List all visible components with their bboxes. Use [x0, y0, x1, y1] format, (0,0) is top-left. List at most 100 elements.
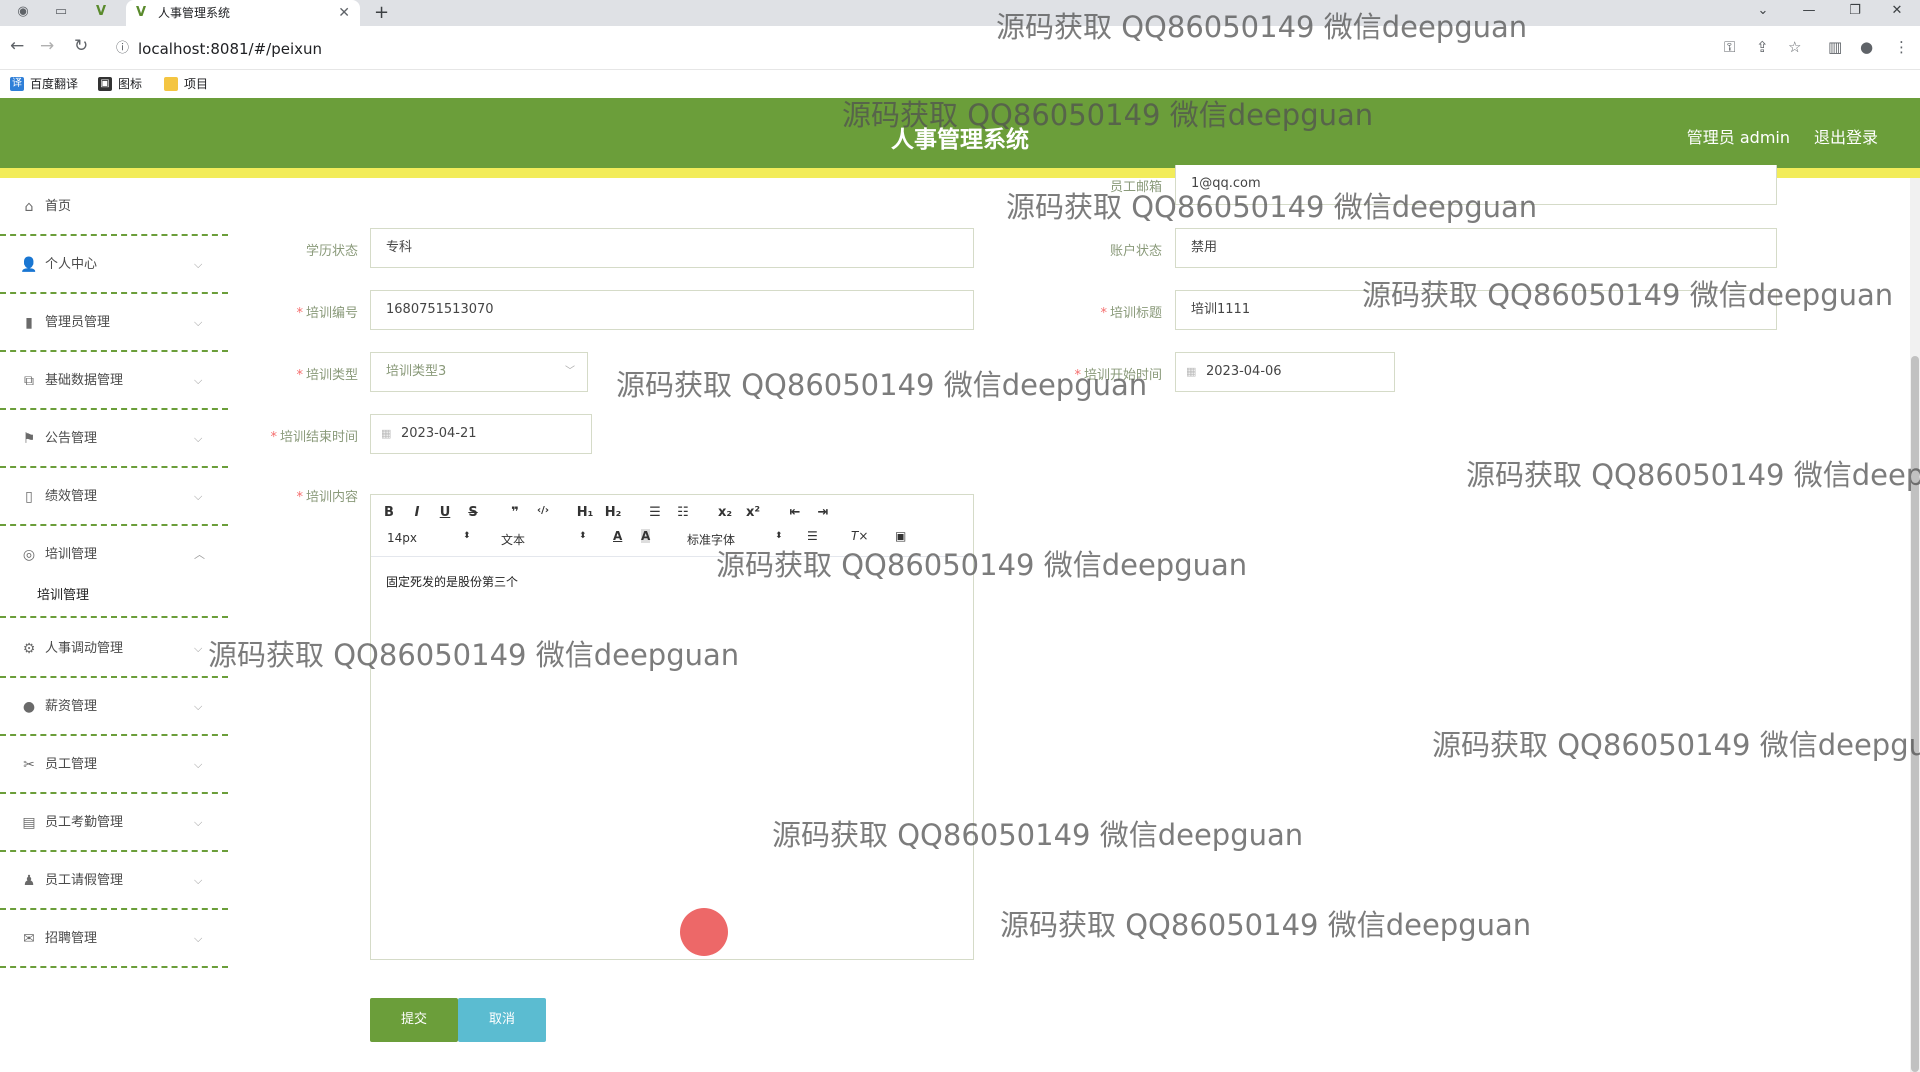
back-icon[interactable]: ←	[10, 36, 24, 56]
active-tab[interactable]: V 人事管理系统 ✕	[126, 0, 360, 26]
chevron-down-icon: ⌵	[194, 816, 203, 829]
italic-icon[interactable]: I	[407, 505, 427, 520]
sidebar-item-employee[interactable]: ✂ 员工管理 ⌵	[0, 736, 228, 794]
sidebar-item-admin[interactable]: ▮ 管理员管理 ⌵	[0, 294, 228, 352]
account-status-value: 禁用	[1191, 240, 1218, 255]
watermark: 源码获取 QQ86050149 微信deepguan	[616, 368, 1148, 402]
sidebar-item-transfer[interactable]: ⚙ 人事调动管理 ⌵	[0, 620, 228, 678]
restore-icon[interactable]: ❐	[1832, 0, 1878, 22]
sidebar-item-salary[interactable]: ● 薪资管理 ⌵	[0, 678, 228, 736]
submit-button[interactable]: 提交	[370, 998, 458, 1042]
admin-user[interactable]: 管理员 admin	[1687, 124, 1790, 148]
cancel-button[interactable]: 取消	[458, 998, 546, 1042]
font-size-select[interactable]: 14px	[387, 531, 417, 545]
sidebar-item-attendance[interactable]: ▤ 员工考勤管理 ⌵	[0, 794, 228, 852]
watermark: 源码获取 QQ86050149 微信deepguan	[1006, 190, 1538, 224]
chevron-down-icon: ⌵	[194, 432, 203, 445]
train-type-value: 培训类型3	[386, 364, 447, 379]
share-icon[interactable]: ⇪	[1756, 38, 1769, 56]
github-icon[interactable]: ◉	[14, 4, 32, 22]
align-icon[interactable]: ☰	[807, 529, 818, 543]
watermark: 源码获取 QQ86050149 微信deepguan	[716, 548, 1248, 582]
close-window-icon[interactable]: ✕	[1874, 0, 1920, 22]
train-no-field[interactable]: 1680751513070	[370, 290, 974, 330]
subscript-icon[interactable]: x₂	[715, 505, 735, 520]
bullet-list-icon[interactable]: ☷	[673, 505, 693, 520]
image-upload-icon[interactable]: ▣	[895, 529, 906, 543]
account-status-field[interactable]: 禁用	[1175, 228, 1777, 268]
bookmark-icons[interactable]: ▣ 图标	[98, 76, 142, 92]
star-icon[interactable]: ☆	[1788, 38, 1801, 56]
sidepanel-icon[interactable]: ▥	[1828, 38, 1842, 56]
education-value: 专科	[386, 240, 413, 255]
sidebar-item-profile[interactable]: 👤 个人中心 ⌵	[0, 236, 228, 294]
bottle-icon: ▯	[25, 489, 33, 505]
sidebar-item-recruit[interactable]: ✉ 招聘管理 ⌵	[0, 910, 228, 968]
sidebar-item-performance[interactable]: ▯ 绩效管理 ⌵	[0, 468, 228, 526]
minimize-icon[interactable]: —	[1786, 0, 1832, 22]
header-select[interactable]: 文本	[501, 531, 525, 548]
sidebar-item-home[interactable]: ⌂ 首页	[0, 178, 228, 236]
flag-icon: ⚑	[22, 431, 36, 447]
code-icon[interactable]: ‹/›	[533, 505, 553, 516]
blank-tab-icon[interactable]: ▭	[52, 4, 70, 22]
start-time-picker[interactable]: ▦ 2023-04-06	[1175, 352, 1395, 392]
reload-icon[interactable]: ↻	[74, 36, 88, 56]
sidebar-item-label: 基础数据管理	[45, 373, 124, 388]
indent-icon[interactable]: ⇥	[813, 505, 833, 520]
end-time-picker[interactable]: ▦ 2023-04-21	[370, 414, 592, 454]
image-icon: ▣	[98, 77, 112, 91]
font-color-icon[interactable]: A	[613, 529, 622, 543]
sidebar-item-basic-data[interactable]: ⧉ 基础数据管理 ⌵	[0, 352, 228, 410]
ordered-list-icon[interactable]: ☰	[645, 505, 665, 520]
close-tab-icon[interactable]: ✕	[338, 0, 350, 26]
info-icon[interactable]: ⓘ	[116, 33, 129, 65]
logout-link[interactable]: 退出登录	[1814, 124, 1878, 148]
header-arrow-icon: ⬍	[579, 531, 587, 541]
bookmark-label: 图标	[118, 77, 143, 91]
clear-format-icon[interactable]: T×	[851, 529, 868, 543]
sidebar-item-notice[interactable]: ⚑ 公告管理 ⌵	[0, 410, 228, 468]
sidebar-item-label: 个人中心	[45, 257, 98, 272]
train-type-select[interactable]: 培训类型3 ﹀	[370, 352, 588, 392]
chevron-down-icon: ⌵	[194, 374, 203, 387]
browser-tab-bar: ◉ ▭ V V 人事管理系统 ✕ + ⌄ — ❐ ✕	[0, 0, 1920, 26]
sidebar-subitem-training[interactable]: 培训管理	[0, 574, 228, 618]
blockquote-icon[interactable]: ❞	[505, 505, 525, 520]
train-type-label: * 培训类型	[296, 368, 358, 383]
superscript-icon[interactable]: x²	[743, 505, 763, 520]
chevron-down-icon: ⌵	[194, 316, 203, 329]
chevron-down-icon: ⌵	[194, 932, 203, 945]
sidebar-item-leave[interactable]: ♟ 员工请假管理 ⌵	[0, 852, 228, 910]
strike-icon[interactable]: S	[463, 505, 483, 520]
menu-icon[interactable]: ⋮	[1894, 38, 1909, 56]
new-tab-icon[interactable]: +	[374, 0, 389, 26]
key-icon[interactable]: ⚿	[1724, 38, 1735, 56]
sidebar-item-label: 绩效管理	[45, 489, 98, 504]
h1-icon[interactable]: H₁	[575, 505, 595, 520]
h2-icon[interactable]: H₂	[603, 505, 623, 520]
bold-icon[interactable]: B	[379, 505, 399, 520]
profile-icon[interactable]: ●	[1860, 38, 1873, 56]
sidebar-item-label: 薪资管理	[45, 699, 98, 714]
ticket-icon: ✂	[23, 757, 35, 773]
folder-icon	[164, 77, 178, 91]
user-icon: 👤	[20, 257, 38, 273]
end-time-value: 2023-04-21	[401, 426, 477, 441]
outdent-icon[interactable]: ⇤	[785, 505, 805, 520]
watermark: 源码获取 QQ86050149 微信deepguan	[208, 638, 740, 672]
background-color-icon[interactable]: A	[641, 529, 651, 543]
chevron-down-icon: ⌵	[194, 490, 203, 503]
editor-content[interactable]: 固定死发的是股份第三个	[386, 573, 518, 590]
forward-icon[interactable]: →	[40, 36, 54, 56]
watermark: 源码获取 QQ86050149 微信deepguan	[842, 98, 1374, 132]
content-label: * 培训内容	[296, 490, 358, 505]
underline-icon[interactable]: U	[435, 505, 455, 520]
copy-icon: ⧉	[24, 373, 34, 389]
bookmark-project[interactable]: 项目	[164, 76, 208, 92]
tab-search-icon[interactable]: ⌄	[1740, 0, 1786, 22]
bookmark-translate[interactable]: 译 百度翻译	[10, 76, 78, 92]
sidebar-item-label: 员工考勤管理	[45, 815, 124, 830]
education-field[interactable]: 专科	[370, 228, 974, 268]
vue-tab-icon[interactable]: V	[92, 4, 110, 22]
